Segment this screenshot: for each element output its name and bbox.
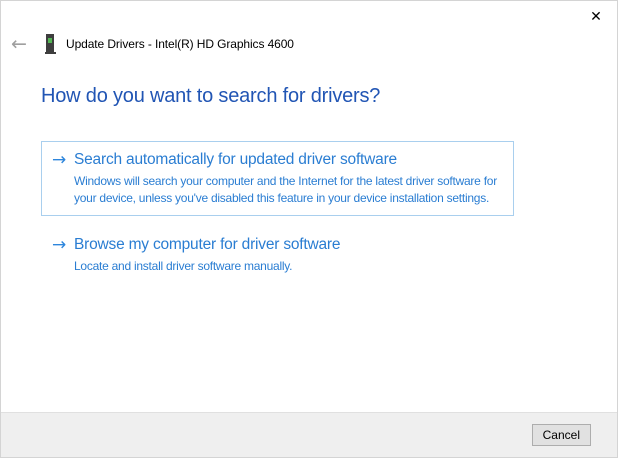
- option-text: Browse my computer for driver software L…: [74, 235, 505, 275]
- display-adapter-icon: [45, 34, 56, 54]
- page-heading: How do you want to search for drivers?: [41, 85, 381, 107]
- arrow-right-icon: →: [52, 150, 67, 170]
- wizard-content: How do you want to search for drivers? →…: [1, 57, 617, 412]
- display-adapter-icon-screen: [48, 38, 52, 43]
- back-button[interactable]: ←: [11, 34, 37, 54]
- close-icon: ✕: [590, 9, 602, 25]
- option-search-automatically[interactable]: → Search automatically for updated drive…: [41, 141, 514, 216]
- close-button[interactable]: ✕: [581, 5, 611, 29]
- window-title: Update Drivers - Intel(R) HD Graphics 46…: [66, 37, 294, 51]
- cancel-button[interactable]: Cancel: [531, 424, 591, 446]
- wizard-header: ← Update Drivers - Intel(R) HD Graphics …: [1, 31, 617, 57]
- arrow-right-icon: →: [52, 235, 67, 255]
- footer-bar: Cancel: [1, 412, 617, 457]
- option-title: Search automatically for updated driver …: [74, 151, 397, 168]
- option-text: Search automatically for updated driver …: [74, 150, 505, 207]
- option-title: Browse my computer for driver software: [74, 236, 341, 253]
- option-description: Windows will search your computer and th…: [74, 174, 497, 205]
- option-description: Locate and install driver software manua…: [74, 259, 293, 273]
- titlebar: ✕: [1, 1, 617, 31]
- display-adapter-icon-body: [46, 34, 54, 52]
- display-adapter-icon-base: [45, 52, 56, 54]
- option-browse-computer[interactable]: → Browse my computer for driver software…: [41, 226, 514, 284]
- back-arrow-icon: ←: [11, 33, 27, 55]
- update-drivers-dialog: ✕ ← Update Drivers - Intel(R) HD Graphic…: [0, 0, 618, 458]
